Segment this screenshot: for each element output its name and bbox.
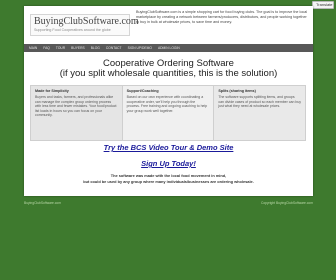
site-title: BuyingClubSoftware.com bbox=[34, 16, 139, 27]
feature-column-simplicity: Made for Simplicity Buyers and tasks, fa… bbox=[31, 86, 122, 140]
feature-title: Support/Coaching bbox=[126, 89, 159, 93]
feature-columns: Made for Simplicity Buyers and tasks, fa… bbox=[30, 85, 306, 141]
translate-label: Translate bbox=[316, 2, 333, 7]
translate-button[interactable]: Translate bbox=[312, 1, 334, 9]
nav-item-contact[interactable]: Contact bbox=[106, 46, 122, 50]
nav-item-blog[interactable]: Blog bbox=[91, 46, 100, 50]
wholesale-note: but could be used by any group where man… bbox=[83, 179, 254, 184]
site-logo[interactable]: BuyingClubSoftware.com Supporting Food C… bbox=[30, 14, 139, 36]
feature-body: The software supports splitting items, a… bbox=[218, 95, 302, 109]
nav-item-signup-demo[interactable]: Sign Up/Demo bbox=[128, 46, 152, 50]
feature-title: Made for Simplicity bbox=[35, 89, 69, 93]
main-nav: Main FAQ Tour Buyers Blog Contact Sign U… bbox=[24, 44, 313, 52]
site-tagline: Supporting Food Cooperatives around the … bbox=[34, 28, 111, 32]
local-food-note: The software was made with the local foo… bbox=[110, 173, 227, 178]
feature-title: Splits (sharing items) bbox=[218, 89, 256, 93]
nav-item-main[interactable]: Main bbox=[29, 46, 37, 50]
nav-item-buyers[interactable]: Buyers bbox=[71, 46, 85, 50]
footer-right-text: Copyright BuyingClubSoftware.com bbox=[260, 201, 313, 205]
video-tour-link[interactable]: Try the BCS Video Tour & Demo Site bbox=[24, 143, 313, 152]
intro-text: BuyingClubSoftware.com is a simple shopp… bbox=[136, 10, 308, 24]
nav-item-tour[interactable]: Tour bbox=[56, 46, 65, 50]
nav-item-faq[interactable]: FAQ bbox=[43, 46, 50, 50]
feature-column-splits: Splits (sharing items) The software supp… bbox=[214, 86, 306, 140]
feature-column-support: Support/Coaching Based on our own experi… bbox=[121, 86, 215, 140]
page-container: BuyingClubSoftware.com Supporting Food C… bbox=[24, 6, 313, 196]
nav-item-admin-login[interactable]: Admin Login bbox=[158, 46, 180, 50]
feature-body: Based on our own experience with coordin… bbox=[126, 95, 208, 113]
site-footer: BuyingClubSoftware.com Copyright BuyingC… bbox=[24, 198, 313, 208]
sign-up-link[interactable]: Sign Up Today! bbox=[24, 159, 313, 168]
feature-body: Buyers and tasks, farmers, and professio… bbox=[35, 95, 117, 118]
site-header: BuyingClubSoftware.com Supporting Food C… bbox=[24, 6, 313, 44]
footer-left-link[interactable]: BuyingClubSoftware.com bbox=[24, 201, 61, 205]
page-subheading: (if you split wholesale quantities, this… bbox=[59, 68, 278, 79]
